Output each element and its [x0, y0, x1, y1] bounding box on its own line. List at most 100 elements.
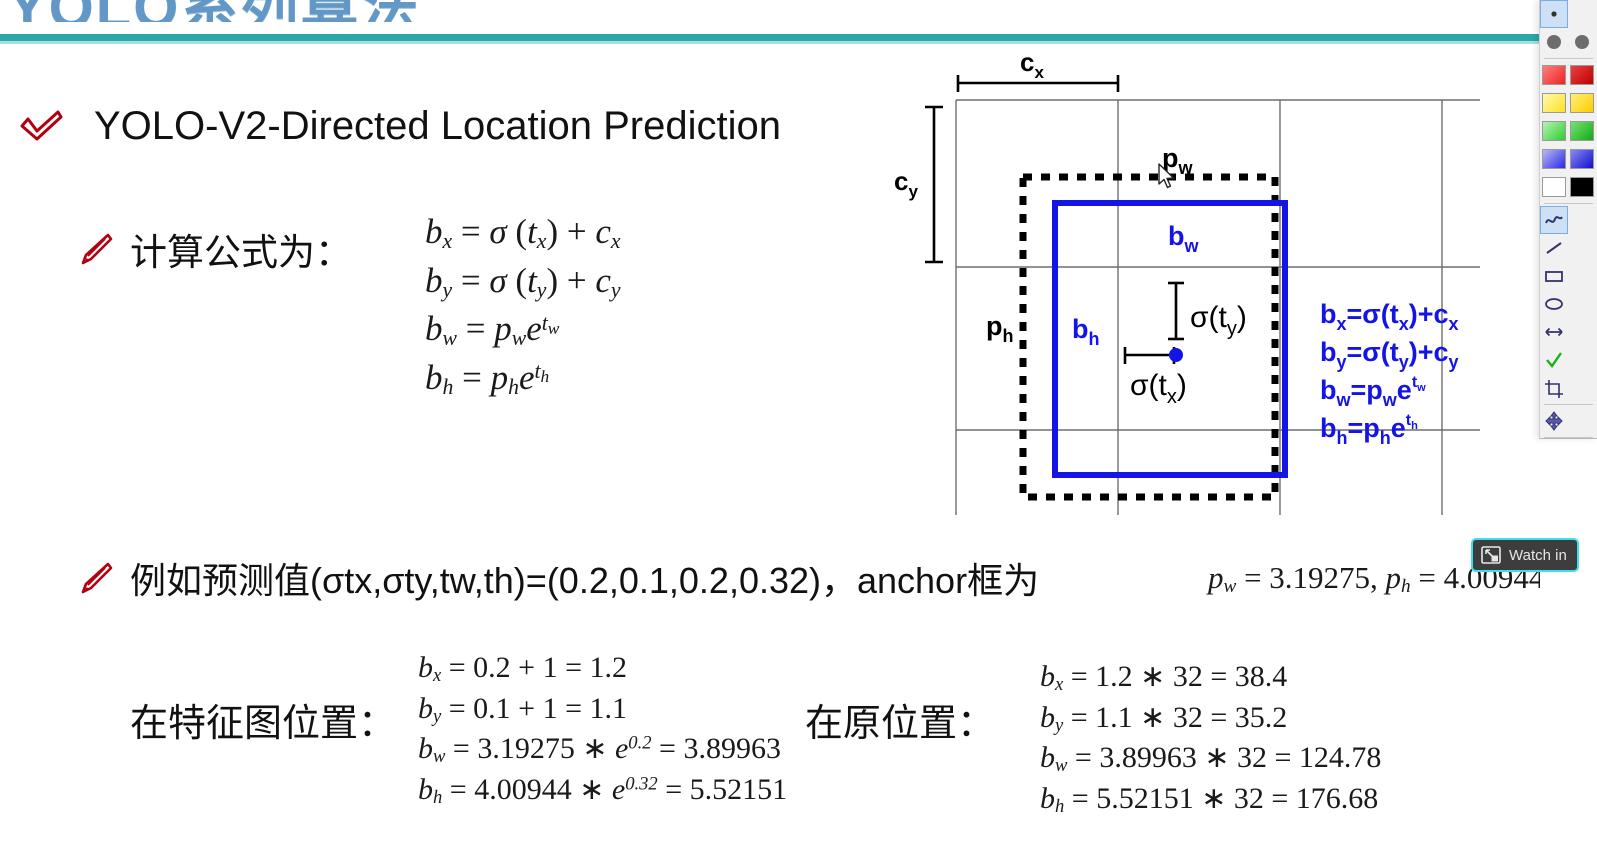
tool-row-line [1540, 234, 1597, 262]
pencil-bullet-icon-2 [81, 562, 113, 594]
bullet-2-label: 计算公式为： [130, 232, 352, 273]
toolbar-filled-dot-row [1540, 28, 1597, 56]
pencil-bullet-icon [81, 233, 113, 265]
side-formula-bx: bx=σ(tx)+cx [1320, 299, 1459, 334]
swatch-blue-dark[interactable] [1568, 145, 1596, 173]
crop-tool-b[interactable] [1568, 374, 1596, 402]
toolbar-separator-4 [1544, 437, 1593, 438]
swatch-row-yellow [1540, 89, 1597, 117]
ellipse-tool[interactable] [1540, 290, 1568, 318]
checkmark-icon [1546, 352, 1562, 368]
feat-bw-value: 3.89963 [683, 732, 781, 766]
crop-tool[interactable] [1540, 374, 1568, 402]
annotation-toolbar[interactable] [1539, 0, 1597, 439]
bullet-3-label: 例如预测值(σtx,σty,tw,th)=(0.2,0.1,0.2,0.32)，… [130, 560, 1040, 601]
orig-formula-bw: bw = 3.89963 ∗ 32 = 124.78 [1040, 741, 1382, 777]
sigma-tx-measure [1123, 347, 1176, 364]
orig-bx-value: 38.4 [1234, 660, 1288, 693]
anchor-pw-value: 3.19275 [1269, 560, 1371, 595]
formula-bx: bx = σ (tx) + cx [425, 212, 621, 253]
feat-formula-bx: bx = 0.2 + 1 = 1.2 [418, 651, 628, 687]
checkmark-tool-b[interactable] [1568, 346, 1596, 374]
ph-label: ph [986, 311, 1014, 346]
checkmark-bullet-icon [20, 110, 63, 140]
arrow-tool[interactable] [1540, 318, 1568, 346]
sigma-ty-measure [1168, 281, 1184, 341]
filled-dot-icon [1547, 35, 1561, 49]
bw-label: bw [1168, 221, 1200, 256]
line-tool-b[interactable] [1568, 234, 1596, 262]
ellipse-icon [1545, 298, 1563, 310]
formula-bh: bh = pheth [425, 358, 550, 399]
sigma-ty-label: σ(ty) [1190, 301, 1247, 340]
bounding-box-diagram: cx cy pw bw ph bh σ(ty) σ(tx) bx=σ(tx)+c… [880, 55, 1500, 515]
pw-label: pw [1162, 143, 1194, 178]
watch-in-button[interactable]: Watch in [1471, 538, 1579, 572]
swatch-black[interactable] [1568, 173, 1596, 201]
formula-bw: bw = pwetw [425, 309, 560, 351]
orig-bh-value: 176.68 [1295, 781, 1379, 815]
swatch-row-green [1540, 117, 1597, 145]
swatch-blue-light[interactable] [1540, 145, 1568, 173]
swatch-green-light[interactable] [1540, 117, 1568, 145]
filled-dot-tool[interactable] [1540, 28, 1568, 56]
filled-dot-icon-2 [1575, 35, 1589, 49]
pointer-dot-icon [1551, 11, 1557, 17]
swatch-yellow-light[interactable] [1540, 89, 1568, 117]
checkmark-tool[interactable] [1540, 346, 1568, 374]
tool-row-freehand [1540, 206, 1597, 234]
bh-label: bh [1072, 314, 1100, 349]
feat-formula-by: by = 0.1 + 1 = 1.1 [418, 691, 628, 727]
swatch-row-red [1540, 61, 1597, 89]
swatch-red-light[interactable] [1540, 61, 1568, 89]
bullet-item-3: 例如预测值(σtx,σty,tw,th)=(0.2,0.1,0.2,0.32)，… [78, 552, 1039, 604]
tool-row-arrow [1540, 318, 1597, 346]
double-arrow-icon [1545, 327, 1563, 337]
freehand-pen-tool[interactable] [1540, 206, 1568, 234]
tool-row-ellipse [1540, 290, 1597, 318]
freehand-pen-tool-b[interactable] [1568, 206, 1596, 234]
line-tool[interactable] [1540, 234, 1568, 262]
pointer-dot-tool-b[interactable] [1568, 0, 1596, 28]
orig-formula-bx: bx = 1.2 ∗ 32 = 38.4 [1040, 660, 1288, 696]
rectangle-tool-b[interactable] [1568, 262, 1596, 290]
tool-row-rect [1540, 262, 1597, 290]
orig-formula-by: by = 1.1 ∗ 32 = 35.2 [1040, 700, 1288, 736]
feat-formula-bw: bw = 3.19275 ∗ e0.2 = 3.89963 [418, 732, 781, 768]
slide-canvas: YOLO系列算法 YOLO-V2-Directed Location Predi… [0, 0, 1540, 846]
anchor-box-dotted [1019, 173, 1279, 501]
swatch-yellow-dark[interactable] [1568, 89, 1596, 117]
orig-formula-bh: bh = 5.52151 ∗ 32 = 176.68 [1040, 781, 1379, 817]
move-tool-b[interactable] [1568, 407, 1596, 435]
swatch-row-bw [1540, 173, 1597, 201]
feature-map-formulas: bx = 0.2 + 1 = 1.2 by = 0.1 + 1 = 1.1 bw… [418, 648, 787, 810]
title-divider-shadow [0, 41, 1540, 44]
orig-bw-value: 124.78 [1298, 741, 1382, 775]
arrow-tool-b[interactable] [1568, 318, 1596, 346]
picture-in-picture-icon [1481, 546, 1501, 564]
slide-title-clip: YOLO系列算法 [0, 0, 1540, 22]
swatch-green-dark[interactable] [1568, 117, 1596, 145]
formula-by: by = σ (ty) + cy [425, 260, 621, 302]
bullet-1-label: YOLO-V2-Directed Location Prediction [94, 104, 781, 148]
feat-bh-value: 5.52151 [689, 772, 788, 806]
watch-in-label: Watch in [1509, 546, 1567, 564]
rectangle-tool[interactable] [1540, 262, 1568, 290]
cy-measure-bar [925, 105, 943, 264]
feat-by-value: 1.1 [589, 691, 628, 725]
diagram-side-formulas: bx=σ(tx)+cx by=σ(ty)+cy bw=pwetw bh=phet… [1320, 299, 1459, 448]
sigma-tx-label: σ(tx) [1130, 369, 1187, 408]
swatch-red-dark[interactable] [1568, 61, 1596, 89]
move-tool[interactable] [1540, 407, 1568, 435]
cy-label: cy [894, 166, 918, 201]
freehand-pen-icon [1545, 216, 1563, 224]
crop-icon [1545, 380, 1563, 398]
rectangle-icon [1545, 271, 1563, 282]
ellipse-tool-b[interactable] [1568, 290, 1596, 318]
tool-row-crop [1540, 374, 1597, 402]
feat-formula-bh: bh = 4.00944 ∗ e0.32 = 5.52151 [418, 772, 788, 808]
pointer-dot-tool[interactable] [1540, 0, 1568, 28]
filled-dot-tool-b[interactable] [1568, 28, 1596, 56]
swatch-white[interactable] [1540, 173, 1568, 201]
feat-bx-value: 1.2 [589, 651, 628, 684]
